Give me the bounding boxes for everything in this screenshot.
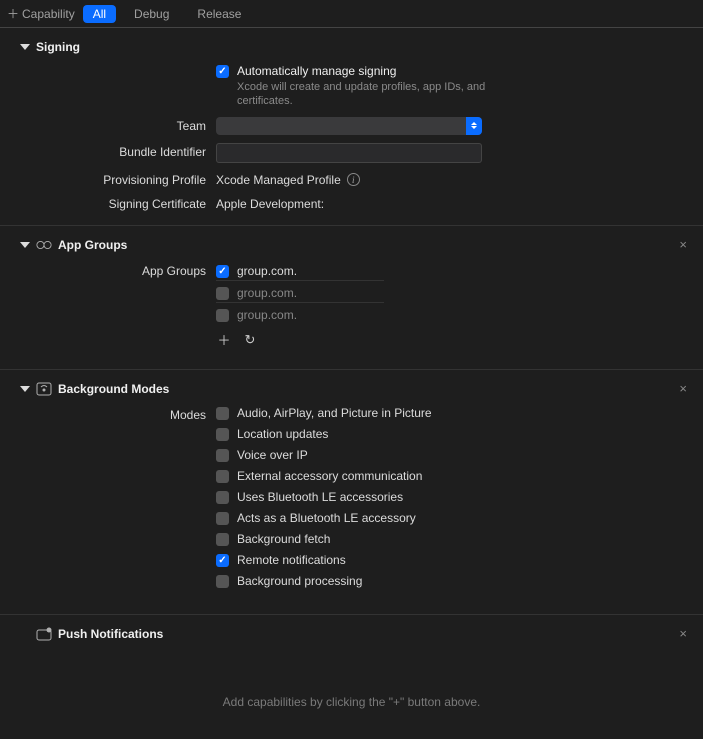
mode-label: Voice over IP	[237, 448, 308, 462]
app-group-label: group.com.	[237, 264, 297, 278]
mode-checkbox[interactable]	[216, 407, 229, 420]
team-label: Team	[20, 117, 216, 133]
app-groups-icon	[36, 238, 52, 252]
auto-manage-signing-checkbox[interactable]: ✓	[216, 65, 229, 78]
mode-checkbox[interactable]: ✓	[216, 554, 229, 567]
capability-label: Capability	[22, 7, 75, 21]
footer-hint: Add capabilities by clicking the "+" but…	[0, 655, 703, 719]
mode-label: Acts as a Bluetooth LE accessory	[237, 511, 416, 525]
info-icon[interactable]: i	[347, 173, 360, 186]
mode-item: ✓ Remote notifications	[216, 553, 683, 567]
mode-item: Audio, AirPlay, and Picture in Picture	[216, 406, 683, 420]
section-header-background-modes[interactable]: Background Modes ×	[0, 382, 703, 396]
remove-push-notifications-button[interactable]: ×	[679, 626, 687, 641]
tab-all[interactable]: All	[83, 5, 116, 23]
mode-label: Remote notifications	[237, 553, 346, 567]
bundle-identifier-label: Bundle Identifier	[20, 143, 216, 159]
app-groups-label: App Groups	[20, 262, 216, 278]
signing-certificate-label: Signing Certificate	[20, 195, 216, 211]
section-title-signing: Signing	[36, 40, 80, 54]
app-group-checkbox[interactable]: ✓	[216, 265, 229, 278]
section-header-app-groups[interactable]: App Groups ×	[0, 238, 703, 252]
mode-label: Background fetch	[237, 532, 330, 546]
select-arrows-icon	[466, 117, 482, 135]
toolbar: ＋ Capability All Debug Release	[0, 0, 703, 28]
section-push-notifications: Push Notifications ×	[0, 615, 703, 655]
mode-item: Location updates	[216, 427, 683, 441]
auto-manage-signing-desc: Xcode will create and update profiles, a…	[237, 80, 497, 109]
app-group-label: group.com.	[237, 286, 297, 300]
app-group-checkbox[interactable]	[216, 309, 229, 322]
section-signing: Signing ✓ Automatically manage signing X…	[0, 28, 703, 226]
tab-debug[interactable]: Debug	[124, 5, 179, 23]
bundle-identifier-field[interactable]	[216, 143, 482, 163]
chevron-down-icon	[20, 386, 30, 392]
mode-item: Background processing	[216, 574, 683, 588]
mode-label: Location updates	[237, 427, 328, 441]
background-modes-icon	[36, 382, 52, 396]
mode-label: Background processing	[237, 574, 362, 588]
mode-item: Voice over IP	[216, 448, 683, 462]
modes-label: Modes	[20, 406, 216, 422]
remove-app-groups-button[interactable]: ×	[679, 237, 687, 252]
mode-label: Audio, AirPlay, and Picture in Picture	[237, 406, 432, 420]
app-group-checkbox[interactable]	[216, 287, 229, 300]
signing-certificate-value: Apple Development:	[216, 197, 324, 211]
provisioning-profile-value: Xcode Managed Profile	[216, 173, 341, 187]
section-title-app-groups: App Groups	[58, 238, 127, 252]
mode-label: External accessory communication	[237, 469, 422, 483]
plus-icon: ＋	[8, 9, 18, 19]
section-app-groups: App Groups × App Groups ✓ group.com. gro…	[0, 226, 703, 370]
add-capability-button[interactable]: ＋ Capability	[8, 7, 75, 21]
modes-list: Audio, AirPlay, and Picture in Picture Lo…	[216, 406, 683, 592]
mode-checkbox[interactable]	[216, 428, 229, 441]
app-group-item[interactable]: group.com.	[216, 306, 384, 324]
mode-item: Uses Bluetooth LE accessories	[216, 490, 683, 504]
section-header-signing[interactable]: Signing	[0, 40, 703, 54]
push-notifications-icon	[36, 627, 52, 641]
mode-item: Acts as a Bluetooth LE accessory	[216, 511, 683, 525]
mode-label: Uses Bluetooth LE accessories	[237, 490, 403, 504]
section-title-push-notifications: Push Notifications	[58, 627, 163, 641]
remove-background-modes-button[interactable]: ×	[679, 381, 687, 396]
team-select[interactable]	[216, 117, 482, 135]
mode-item: External accessory communication	[216, 469, 683, 483]
content: Signing ✓ Automatically manage signing X…	[0, 28, 703, 739]
mode-checkbox[interactable]	[216, 533, 229, 546]
auto-manage-signing-label: Automatically manage signing	[237, 64, 497, 78]
mode-checkbox[interactable]	[216, 449, 229, 462]
section-background-modes: Background Modes × Modes Audio, AirPlay,…	[0, 370, 703, 615]
app-group-item[interactable]: group.com.	[216, 284, 384, 303]
mode-item: Background fetch	[216, 532, 683, 546]
refresh-groups-button[interactable]: ↻	[243, 333, 257, 347]
mode-checkbox[interactable]	[216, 470, 229, 483]
app-group-label: group.com.	[237, 308, 297, 322]
section-header-push-notifications[interactable]: Push Notifications ×	[0, 627, 703, 641]
tab-release[interactable]: Release	[187, 5, 251, 23]
chevron-down-icon	[20, 44, 30, 50]
mode-checkbox[interactable]	[216, 491, 229, 504]
mode-checkbox[interactable]	[216, 512, 229, 525]
chevron-down-icon	[20, 242, 30, 248]
provisioning-profile-label: Provisioning Profile	[20, 171, 216, 187]
add-group-button[interactable]: ＋	[217, 333, 231, 347]
mode-checkbox[interactable]	[216, 575, 229, 588]
section-title-background-modes: Background Modes	[58, 382, 169, 396]
app-group-item[interactable]: ✓ group.com.	[216, 262, 384, 281]
